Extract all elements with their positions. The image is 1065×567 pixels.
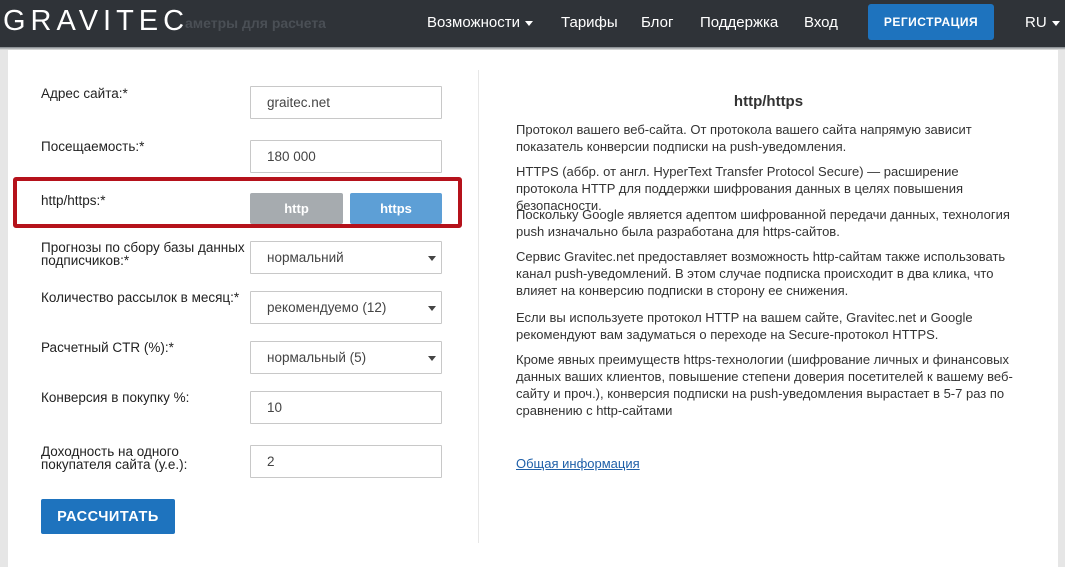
top-nav-bar: GRAVITEC аметры для расчета Возможности …	[0, 0, 1065, 47]
mailings-select[interactable]: рекомендуемо (12)	[250, 291, 442, 324]
protocol-label: http/https:*	[41, 193, 106, 208]
forecast-select-value: нормальний	[267, 250, 344, 265]
site-address-label: Адрес сайта:*	[41, 86, 128, 101]
forecast-label-line2: подписчиков:*	[41, 253, 130, 268]
protocol-https-button[interactable]: https	[350, 193, 442, 224]
chevron-down-icon	[428, 256, 436, 261]
logo[interactable]: GRAVITEC	[3, 4, 189, 38]
mailings-select-value: рекомендуемо (12)	[267, 300, 387, 315]
nav-support[interactable]: Поддержка	[700, 14, 778, 32]
nav-login[interactable]: Вход	[804, 14, 838, 32]
protocol-http-button[interactable]: http	[250, 193, 343, 224]
language-label: RU	[1025, 14, 1047, 31]
site-address-input[interactable]: graitec.net	[250, 86, 442, 119]
conversion-label: Конверсия в покупку %:	[41, 390, 190, 405]
nav-features-label: Возможности	[427, 14, 520, 31]
ctr-label: Расчетный CTR (%):*	[41, 340, 174, 355]
mailings-label: Количество рассылок в месяц:*	[41, 290, 240, 305]
income-label: Доходность на одного покупателя сайта (у…	[41, 445, 188, 472]
obscured-page-title: аметры для расчета	[185, 15, 326, 31]
forecast-select[interactable]: нормальний	[250, 241, 442, 274]
ctr-select-value: нормальный (5)	[267, 350, 367, 365]
panel-divider	[478, 70, 479, 543]
info-paragraph-3: Поскольку Google является адептом шифров…	[516, 207, 1010, 239]
info-paragraph-1: Протокол вашего веб-сайта. От протокола …	[516, 122, 972, 154]
chevron-down-icon	[428, 306, 436, 311]
income-input[interactable]: 2	[250, 445, 442, 478]
conversion-input[interactable]: 10	[250, 391, 442, 424]
forecast-label: Прогнозы по сбору базы данных подписчико…	[41, 241, 245, 268]
traffic-input[interactable]: 180 000	[250, 140, 442, 173]
ctr-select[interactable]: нормальный (5)	[250, 341, 442, 374]
traffic-label: Посещаемость:*	[41, 139, 145, 154]
chevron-down-icon	[1051, 20, 1060, 26]
nav-pricing[interactable]: Тарифы	[561, 14, 618, 32]
general-info-link[interactable]: Общая информация	[516, 456, 640, 471]
calculate-button[interactable]: РАССЧИТАТЬ	[41, 499, 175, 534]
chevron-down-icon	[524, 20, 533, 26]
chevron-down-icon	[428, 356, 436, 361]
info-title: http/https	[733, 93, 804, 110]
info-paragraph-5: Если вы используете протокол HTTP на ваш…	[516, 310, 973, 342]
register-button[interactable]: РЕГИСТРАЦИЯ	[868, 4, 994, 40]
info-paragraph-4: Сервис Gravitec.net предоставляет возмож…	[516, 249, 1006, 298]
nav-blog[interactable]: Блог	[641, 14, 673, 32]
info-paragraph-6: Кроме явных преимуществ https-технологии…	[516, 352, 1013, 418]
page-edge	[1058, 50, 1065, 567]
nav-features[interactable]: Возможности	[427, 14, 533, 32]
income-label-line2: покупателя сайта (у.е.):	[41, 457, 188, 472]
language-selector[interactable]: RU	[1025, 14, 1060, 32]
